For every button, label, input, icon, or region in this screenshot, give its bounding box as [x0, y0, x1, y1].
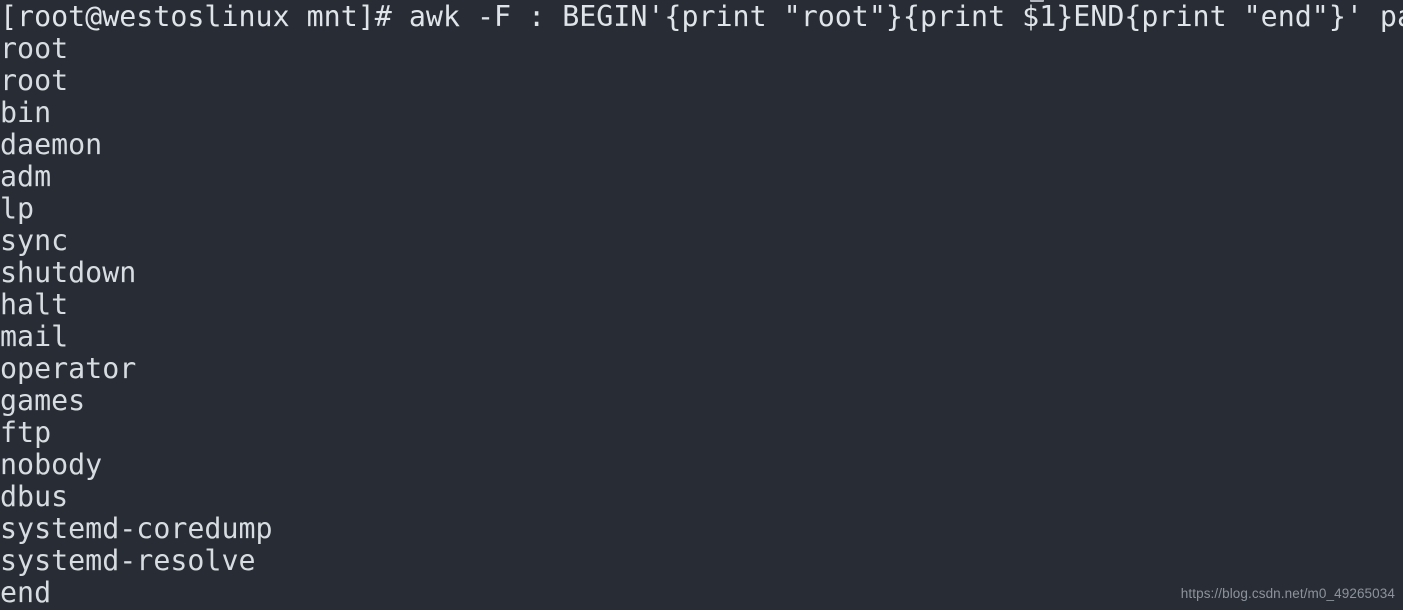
- terminal-output-line: adm: [0, 160, 52, 193]
- terminal-output-line: mail: [0, 320, 69, 353]
- terminal-output-line: root: [0, 64, 69, 97]
- terminal-output-line: root: [0, 32, 69, 65]
- terminal-output-line: lp: [0, 192, 35, 225]
- terminal-output-line: dbus: [0, 480, 69, 513]
- terminal-window[interactable]: [root@westoslinux mnt]# awk -F : BEGIN'{…: [0, 0, 1403, 610]
- terminal-output-line: nobody: [0, 448, 103, 481]
- terminal-output-line: ftp: [0, 416, 52, 449]
- terminal-output-line: operator: [0, 352, 137, 385]
- terminal-output-line: daemon: [0, 128, 103, 161]
- terminal-output-line: systemd-resolve: [0, 544, 256, 577]
- terminal-output-line: halt: [0, 288, 69, 321]
- terminal-output-line: shutdown: [0, 256, 137, 289]
- terminal-output-line: systemd-coredump: [0, 512, 273, 545]
- terminal-screen[interactable]: [root@westoslinux mnt]# awk -F : BEGIN'{…: [0, 0, 1403, 609]
- terminal-output-line: games: [0, 384, 86, 417]
- terminal-prompt-line: [root@westoslinux mnt]# awk -F : BEGIN'{…: [0, 0, 1403, 33]
- terminal-output-line: sync: [0, 224, 69, 257]
- terminal-output-line: bin: [0, 96, 52, 129]
- watermark: https://blog.csdn.net/m0_49265034: [1180, 586, 1395, 601]
